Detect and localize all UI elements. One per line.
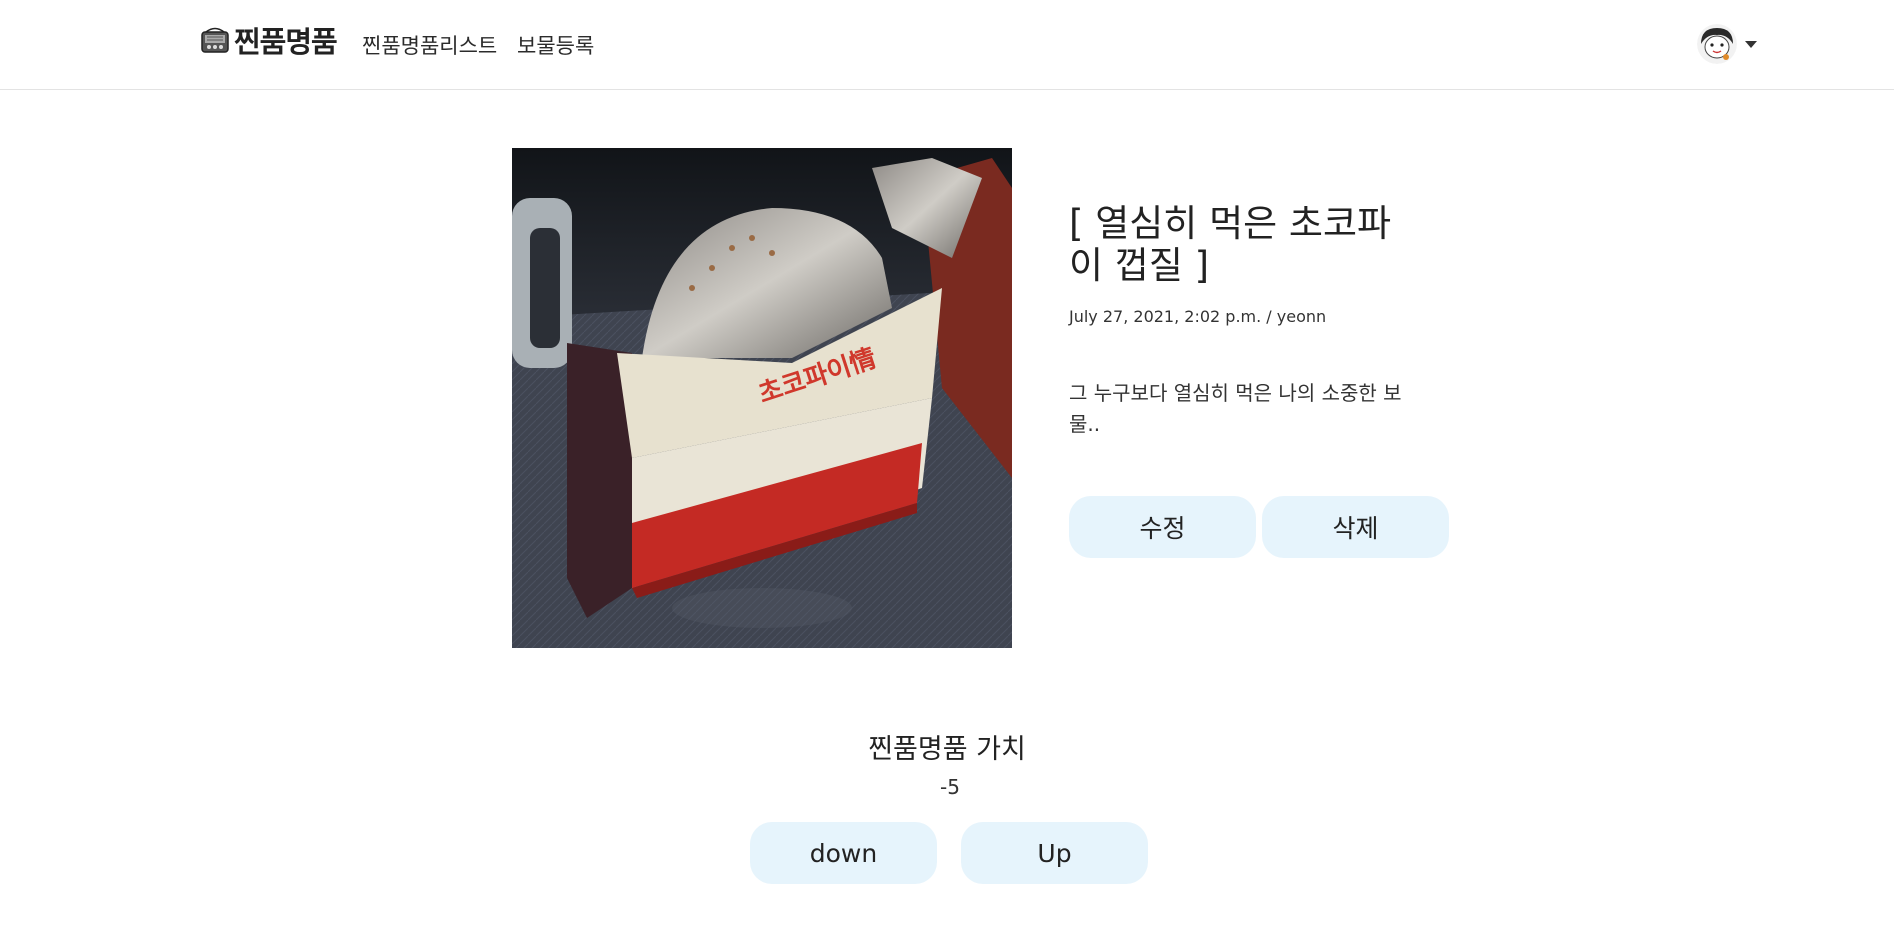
item-meta: July 27, 2021, 2:02 p.m. / yeonn bbox=[1069, 307, 1327, 326]
avatar bbox=[1697, 24, 1737, 64]
chevron-down-icon bbox=[1745, 40, 1757, 48]
nav-link-register[interactable]: 보물등록 bbox=[517, 30, 594, 60]
down-button[interactable]: down bbox=[750, 822, 937, 884]
item-description: 그 누구보다 열심히 먹은 나의 소중한 보물.. bbox=[1069, 381, 1402, 436]
nav-link-list[interactable]: 찐품명품리스트 bbox=[362, 30, 497, 60]
item-title: [ 열심히 먹은 초코파이 껍질 ] bbox=[1069, 202, 1392, 287]
value-title: 찐품명품 가치 bbox=[868, 734, 1026, 765]
up-button[interactable]: Up bbox=[961, 822, 1148, 884]
delete-button[interactable]: 삭제 bbox=[1262, 496, 1449, 558]
item-photo: 초코파이情 bbox=[512, 148, 1012, 648]
edit-button[interactable]: 수정 bbox=[1069, 496, 1256, 558]
value-score: -5 bbox=[940, 775, 960, 799]
navbar: 찐품명품 찐품명품리스트 보물등록 bbox=[0, 0, 1894, 90]
radio-icon bbox=[200, 25, 230, 55]
brand-text: 찐품명품 bbox=[234, 25, 338, 59]
profile-dropdown[interactable] bbox=[1697, 24, 1757, 64]
brand-logo[interactable]: 찐품명품 bbox=[200, 22, 338, 59]
